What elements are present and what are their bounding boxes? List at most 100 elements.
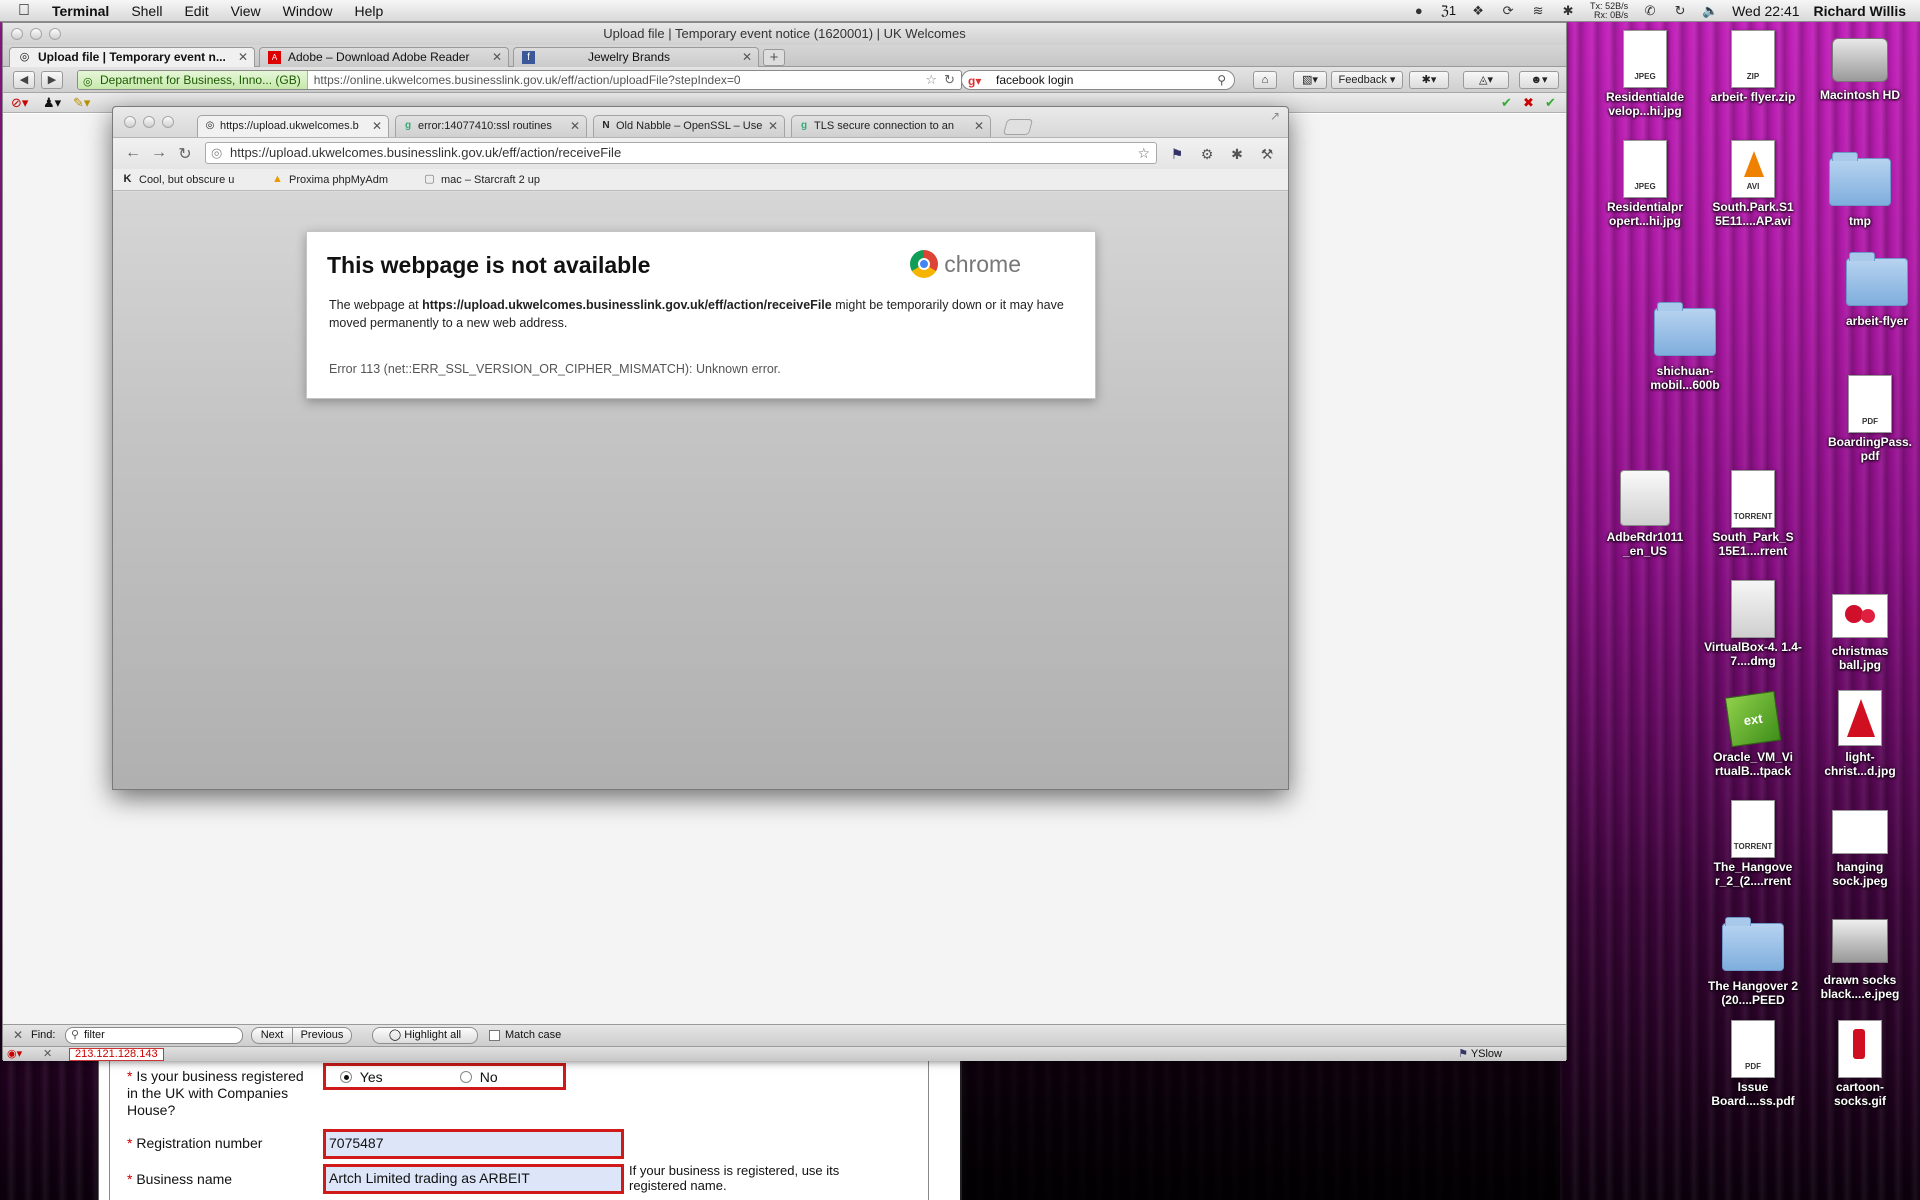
find-input[interactable]: ⚲ filter [65,1027,243,1044]
bookmark-item[interactable]: ▢ mac – Starcraft 2 up [423,172,540,188]
sync-icon[interactable]: ⟳ [1500,4,1516,18]
validator-check-icon[interactable]: ✔ [1545,95,1556,111]
desktop-icon-oracle-vm-extpack[interactable]: ext Oracle_VM_Vi rtualB...tpack [1703,690,1803,778]
wifi-icon[interactable]: ≋ [1530,4,1546,18]
menubar-clock[interactable]: Wed 22:41 [1732,3,1799,19]
desktop-icon-boarding-pass[interactable]: PDF BoardingPass. pdf [1820,375,1920,463]
greasemonkey-button[interactable]: ☻▾ [1519,71,1559,89]
network-monitor[interactable]: Tx: 52B/s Rx: 0B/s [1590,2,1628,20]
dropbox-icon[interactable]: ❖ [1470,4,1486,18]
yslow-button[interactable]: ⚑ YSlow [1458,1048,1502,1061]
registration-number-field[interactable]: 7075487 [323,1129,624,1159]
bookmarks-button[interactable]: ▧▾ [1293,71,1327,89]
tab-upload-file[interactable]: ◎ Upload file | Temporary event n... ✕ [9,47,255,67]
menu-window[interactable]: Window [283,3,333,19]
firefox-titlebar[interactable]: Upload file | Temporary event notice (16… [3,23,1566,45]
chrome-close-button[interactable] [124,116,136,128]
validator-ok-icon[interactable]: ✔ [1501,95,1512,111]
desktop-icon-arbeit-flyer-folder[interactable]: arbeit-flyer [1827,250,1920,328]
google-search-engine-icon[interactable]: g▾ [968,72,981,90]
business-name-field[interactable]: Artch Limited trading as ARBEIT [323,1164,624,1194]
menu-shell[interactable]: Shell [131,3,162,19]
desktop-icon-cartoon-socks[interactable]: cartoon- socks.gif [1810,1020,1910,1108]
desktop-icon-jpeg-residential-development[interactable]: JPEG Residentialde velop...hi.jpg [1595,30,1695,118]
chrome-tab-tls[interactable]: g TLS secure connection to an ✕ [791,115,991,137]
reload-icon[interactable]: ↻ [944,71,955,89]
chrome-tab-strip[interactable]: ◎ https://upload.ukwelcomes.b ✕ g error:… [113,107,1288,137]
desktop-icon-drawn-socks[interactable]: drawn socks black....e.jpeg [1810,915,1910,1001]
extension-gear-icon[interactable]: ⚙ [1198,146,1216,163]
chrome-tab-close-icon[interactable]: ✕ [372,116,382,136]
time-machine-icon[interactable]: ↻ [1672,4,1688,18]
menu-help[interactable]: Help [354,3,383,19]
desktop-icon-south-park-avi[interactable]: AVI South.Park.S1 5E11....AP.avi [1703,140,1803,228]
radio-yes-option[interactable]: Yes [340,1066,383,1088]
tab-close-icon[interactable]: ✕ [238,48,248,66]
radio-no-button[interactable] [460,1071,472,1083]
close-window-button[interactable] [11,28,23,40]
firefox-url-bar[interactable]: ◎ Department for Business, Inno... (GB) … [77,70,962,90]
extension-flag-icon[interactable]: ⚑ [1168,146,1186,163]
volume-icon[interactable]: 🔈 [1702,4,1718,18]
addon-tools-button[interactable]: ✱▾ [1409,71,1449,89]
desktop-icon-christmas-ball[interactable]: christmas ball.jpg [1810,590,1910,672]
chrome-minimize-button[interactable] [143,116,155,128]
desktop-icon-shichuan-folder[interactable]: shichuan- mobil...600b [1635,300,1735,392]
desktop-icon-jpeg-residential-property[interactable]: JPEG Residentialpr opert...hi.jpg [1595,140,1695,228]
no-entry-icon[interactable]: ⊘▾ [11,95,28,111]
forward-button[interactable]: ▶ [41,71,63,89]
phone-icon[interactable]: ✆ [1642,4,1658,18]
chrome-zoom-button[interactable] [162,116,174,128]
radio-yes-button[interactable] [340,1071,352,1083]
find-close-icon[interactable]: ✕ [13,1028,23,1042]
desktop-icon-hangover-folder[interactable]: The Hangover 2 (20....PEED [1703,915,1803,1007]
desktop-icon-macintosh-hd[interactable]: Macintosh HD [1810,30,1910,102]
desktop-icon-virtualbox-dmg[interactable]: VirtualBox-4. 1.4-7....dmg [1703,580,1803,668]
desktop-icon-hanging-sock[interactable]: hanging sock.jpeg [1810,810,1910,888]
rainbow-addon-button[interactable]: ◬▾ [1463,71,1509,89]
desktop-icon-light-christmas[interactable]: light- christ...d.jpg [1810,690,1910,778]
find-next-button[interactable]: Next [251,1027,293,1044]
back-button[interactable]: ◀ [13,71,35,89]
extension-bug-icon[interactable]: ✱ [1228,146,1246,163]
match-case-checkbox[interactable] [489,1030,500,1041]
highlight-all-button[interactable]: ◯ Highlight all [372,1027,478,1044]
bookmark-item[interactable]: ▲ Proxima phpMyAdm [271,172,388,188]
desktop-icon-south-park-torrent[interactable]: TORRENT South_Park_S 15E1....rrent [1703,470,1803,558]
bluetooth-icon[interactable]: ✱ [1560,4,1576,18]
minimize-window-button[interactable] [30,28,42,40]
menu-view[interactable]: View [231,3,261,19]
growl-icon[interactable]: ● [1411,4,1427,18]
user-agent-icon[interactable]: ♟▾ [43,95,61,111]
fullscreen-icon[interactable]: ↗ [1270,109,1280,123]
desktop-icon-tmp-folder[interactable]: tmp [1810,150,1910,228]
chrome-tab-close-icon[interactable]: ✕ [570,116,580,136]
zoom-window-button[interactable] [49,28,61,40]
tab-close-icon[interactable]: ✕ [492,48,502,66]
desktop-icon-adbe-rdr[interactable]: AdbeRdr1011 _en_US [1595,470,1695,558]
tab-jewelry-brands[interactable]: f Jewelry Brands ✕ [513,47,759,67]
chrome-bookmark-star-icon[interactable]: ☆ [1137,143,1150,163]
tab-adobe-reader[interactable]: A Adobe – Download Adobe Reader ✕ [259,47,509,67]
chrome-new-tab-button[interactable] [1002,119,1034,135]
menu-app-name[interactable]: Terminal [52,3,109,19]
search-icon[interactable]: ⚲ [1217,71,1226,89]
chrome-tab-close-icon[interactable]: ✕ [768,116,778,136]
home-button[interactable]: ⌂ [1253,71,1277,89]
chrome-reload-icon[interactable]: ↻ [175,144,195,164]
tab-close-icon[interactable]: ✕ [742,48,752,66]
radio-no-option[interactable]: No [460,1066,498,1088]
bookmark-star-icon[interactable]: ☆ [925,71,937,89]
menubar-user[interactable]: Richard Willis [1814,3,1906,19]
addon-status-icon[interactable]: ◉▾ [7,1047,22,1060]
apple-menu-icon[interactable]:  [18,2,38,19]
find-previous-button[interactable]: Previous [292,1027,352,1044]
validator-error-icon[interactable]: ✖ [1523,95,1534,111]
chrome-tab-close-icon[interactable]: ✕ [974,116,984,136]
chrome-omnibox[interactable]: ◎ https://upload.ukwelcomes.businesslink… [205,142,1157,164]
menu-edit[interactable]: Edit [184,3,208,19]
desktop-icon-issue-boarding-pass[interactable]: PDF Issue Board....ss.pdf [1703,1020,1803,1108]
new-tab-button[interactable]: + [763,49,785,66]
chrome-tab-nabble[interactable]: N Old Nabble – OpenSSL – Use ✕ [593,115,785,137]
desktop-icon-arbeit-zip[interactable]: ZIP arbeit- flyer.zip [1703,30,1803,104]
